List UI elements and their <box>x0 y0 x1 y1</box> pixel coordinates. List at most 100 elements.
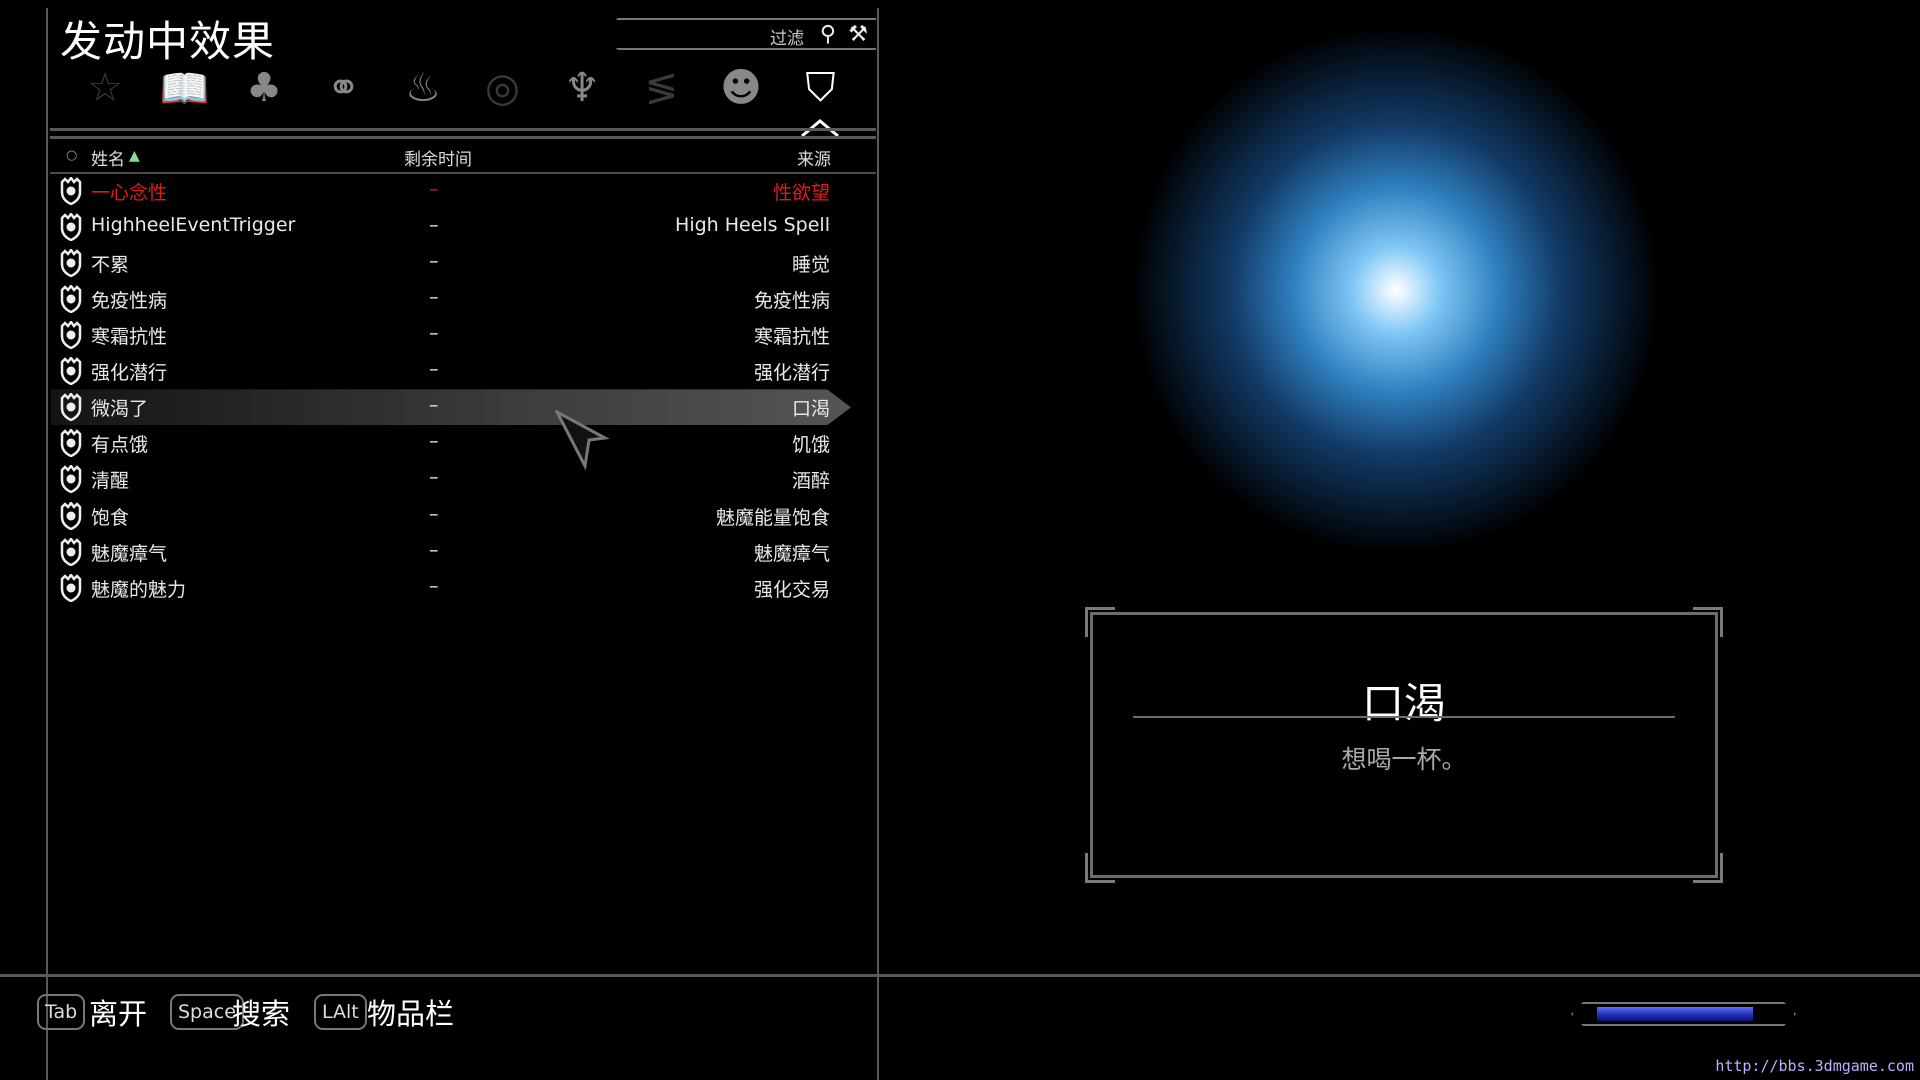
effect-name: 有点饿 <box>91 434 149 457</box>
column-name[interactable]: 姓名 <box>91 145 125 170</box>
effect-name: 一心念性 <box>91 182 168 204</box>
effect-time: – <box>429 430 439 453</box>
effect-source: 寒霜抗性 <box>753 326 830 349</box>
effect-row[interactable]: HighheelEventTrigger – High Heels Spell <box>51 209 851 245</box>
effect-crest-icon <box>59 284 83 314</box>
effect-crest-icon <box>59 248 83 278</box>
effect-source: 免疫性病 <box>753 290 830 313</box>
effect-crest-icon <box>59 392 83 422</box>
search-icon[interactable]: ⚲ <box>820 22 836 47</box>
header-line-bottom <box>50 136 876 139</box>
effect-row[interactable]: 微渴了 – 口渴 <box>51 389 851 426</box>
tree-icon[interactable]: ♣ <box>239 62 289 114</box>
rune-icon[interactable]: ≶ <box>637 62 687 114</box>
magicka-bar <box>1571 1002 1796 1026</box>
pentagram-icon[interactable]: ☆ <box>80 62 130 114</box>
panel-divider <box>877 8 879 1080</box>
filter-input[interactable]: 过滤 ⚲ ⚒ <box>600 18 876 50</box>
header-line-top <box>50 128 876 131</box>
effect-name: 强化潜行 <box>91 362 168 385</box>
effect-time: – <box>429 178 439 200</box>
effect-time: – <box>429 538 439 561</box>
mouse-cursor-icon <box>555 410 610 470</box>
effect-name: 免疫性病 <box>91 290 168 313</box>
effect-name: 清醒 <box>91 470 130 493</box>
hint-inventory[interactable]: 物品栏 <box>367 991 454 1033</box>
effect-source: 魅魔能量饱食 <box>715 506 830 529</box>
effect-row[interactable]: 有点饿 – 饥饿 <box>51 425 851 461</box>
effect-name: 不累 <box>91 254 130 277</box>
effect-time: – <box>429 322 439 345</box>
hint-exit[interactable]: 离开 <box>89 991 147 1033</box>
crest-icon[interactable]: ⛉ <box>796 62 846 114</box>
frame-corner <box>1085 853 1115 883</box>
frame-corner <box>1085 607 1115 637</box>
watermark: http://bbs.3dmgame.com <box>1715 1057 1914 1075</box>
detail-divider <box>1133 716 1675 718</box>
effect-crest-icon <box>59 428 83 458</box>
category-bar: ☆ 📖 ♣ ⚭ ♨ ◎ ♆ ≶ ☻ ⛉ <box>80 62 880 118</box>
footer-divider <box>0 974 1920 977</box>
frame-corner <box>1693 853 1723 883</box>
effect-time: – <box>429 502 439 525</box>
magicka-bar-fill <box>1597 1007 1753 1021</box>
effect-time: – <box>429 214 439 237</box>
effect-source: 性欲望 <box>772 182 830 204</box>
left-frame-line <box>46 8 48 1080</box>
effect-source: 强化潜行 <box>753 362 830 385</box>
effect-time: – <box>429 394 439 417</box>
effect-row[interactable]: 强化潜行 – 强化潜行 <box>51 353 851 389</box>
effect-crest-icon <box>59 175 83 206</box>
head-icon[interactable]: ☻ <box>716 62 766 114</box>
effect-source: 酒醉 <box>791 470 830 493</box>
effect-detail-description: 想喝一杯。 <box>1341 745 1467 774</box>
book-icon[interactable]: 📖 <box>160 62 210 114</box>
effect-detail-panel: 口渴 想喝一杯。 <box>1085 607 1723 883</box>
frame-corner <box>1693 607 1723 637</box>
effect-crest-icon <box>59 320 83 350</box>
sort-radio-icon[interactable]: ○ <box>66 148 77 163</box>
effect-time: – <box>429 250 439 273</box>
effect-time: – <box>429 466 439 489</box>
effect-row[interactable]: 魅魔的魅力 – 强化交易 <box>51 570 851 606</box>
effect-row[interactable]: 寒霜抗性 – 寒霜抗性 <box>51 317 851 353</box>
effect-crest-icon <box>59 464 83 494</box>
effect-name: 魅魔瘴气 <box>91 542 168 565</box>
effect-row[interactable]: 免疫性病 – 免疫性病 <box>51 281 851 317</box>
effect-source: High Heels Spell <box>675 214 830 237</box>
effect-orb-image <box>1136 30 1656 550</box>
hint-search[interactable]: 搜索 <box>232 991 290 1033</box>
effect-name: HighheelEventTrigger <box>91 214 296 237</box>
effect-source: 口渴 <box>791 398 830 421</box>
effect-row[interactable]: 清醒 – 酒醉 <box>51 461 851 497</box>
effect-source: 饥饿 <box>791 434 830 457</box>
effect-row[interactable]: 饱食 – 魅魔能量饱食 <box>51 498 851 534</box>
column-time[interactable]: 剩余时间 <box>404 145 472 170</box>
effect-source: 睡觉 <box>791 254 830 277</box>
effect-crest-icon <box>59 536 83 566</box>
effect-detail-title: 口渴 <box>1361 679 1446 728</box>
shield-spiral-icon[interactable]: ◎ <box>478 62 528 114</box>
effect-crest-icon <box>59 500 83 530</box>
key-lalt[interactable]: LAlt <box>314 994 367 1030</box>
effect-time: – <box>429 358 439 381</box>
effect-time: – <box>429 286 439 309</box>
effect-row[interactable]: 魅魔瘴气 – 魅魔瘴气 <box>51 534 851 570</box>
sort-indicator-icon: ▲ <box>129 148 140 164</box>
page-title: 发动中效果 <box>60 17 276 66</box>
three-rings-icon[interactable]: ⚭ <box>319 62 369 114</box>
effect-row[interactable]: 一心念性 – 性欲望 <box>51 173 851 209</box>
key-tab[interactable]: Tab <box>37 994 86 1030</box>
eagle-icon[interactable]: ♆ <box>557 62 607 114</box>
effect-crest-icon <box>59 211 83 242</box>
effect-row[interactable]: 不累 – 睡觉 <box>51 245 851 281</box>
flame-icon[interactable]: ♨ <box>398 62 448 114</box>
effect-name: 寒霜抗性 <box>91 326 168 349</box>
effect-crest-icon <box>59 356 83 386</box>
effect-name: 饱食 <box>91 506 130 529</box>
effect-time: – <box>429 574 439 597</box>
column-source[interactable]: 来源 <box>797 145 831 170</box>
effect-source: 强化交易 <box>753 578 830 601</box>
crossed-tools-icon[interactable]: ⚒ <box>848 22 868 47</box>
filter-label: 过滤 <box>770 29 804 49</box>
